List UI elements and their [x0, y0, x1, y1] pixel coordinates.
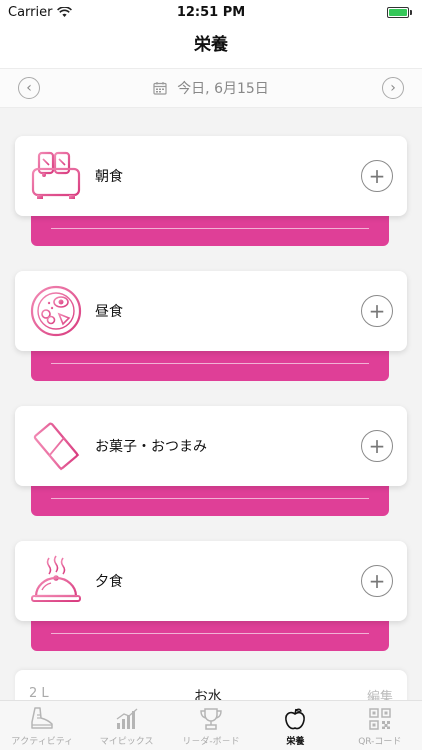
battery-icon [387, 6, 412, 18]
add-snacks-button[interactable]: + [361, 430, 393, 462]
previous-day-button[interactable]: ‹ [18, 77, 40, 99]
add-lunch-button[interactable]: + [361, 295, 393, 327]
meal-section-snacks: お菓子・おつまみ + [15, 406, 407, 516]
tab-nutrition[interactable]: 栄養 [253, 701, 337, 750]
tab-label: マイピックス [99, 737, 154, 747]
date-label: 今日, 6月15日 [177, 81, 269, 97]
meal-section-lunch: 昼食 + [15, 271, 407, 381]
plus-icon: + [368, 569, 386, 593]
chevron-right-icon: › [390, 80, 396, 96]
meal-label: 朝食 [95, 169, 123, 185]
water-amount: 2 L [29, 686, 49, 700]
tab-label: リ－ダ-ボ－ド [182, 737, 240, 747]
toaster-icon [31, 151, 81, 199]
apple-icon [285, 708, 306, 730]
qr-code-icon [369, 708, 391, 730]
meal-section-breakfast: 朝食 + [15, 136, 407, 246]
chocolate-icon [33, 422, 80, 471]
date-bar: ‹ 今日, 6月15日 › [0, 68, 422, 108]
plate-icon [30, 285, 82, 337]
carrier-label: Carrier [8, 4, 53, 20]
plus-icon: + [368, 164, 386, 188]
meal-section-dinner: 夕食 + [15, 541, 407, 651]
tab-my-picks[interactable]: マイピックス [84, 701, 168, 750]
add-dinner-button[interactable]: + [361, 565, 393, 597]
meals-list: 朝食 + 昼食 + お菓子・おつまみ + 夕食 + 2 L お水 編集 [0, 108, 422, 700]
trophy-icon [200, 708, 222, 730]
tab-label: 栄養 [286, 737, 305, 747]
meal-card-snacks[interactable]: お菓子・おつまみ + [15, 406, 407, 486]
add-breakfast-button[interactable]: + [361, 160, 393, 192]
meal-label: 昼食 [95, 304, 123, 320]
calendar-icon [153, 82, 167, 95]
tab-label: アクティビティ [11, 737, 74, 747]
meal-card-lunch[interactable]: 昼食 + [15, 271, 407, 351]
status-bar: Carrier 12:51 PM [0, 0, 422, 24]
plus-icon: + [368, 299, 386, 323]
shoe-icon [31, 707, 53, 729]
plus-icon: + [368, 434, 386, 458]
page-title: 栄養 [194, 35, 228, 55]
water-title: お水 [193, 689, 222, 700]
tab-qr-code[interactable]: QR-コード [338, 701, 422, 750]
tab-activity[interactable]: アクティビティ [0, 701, 84, 750]
meal-label: 夕食 [95, 574, 123, 590]
water-card[interactable]: 2 L お水 編集 [15, 670, 407, 700]
status-left: Carrier [8, 4, 73, 20]
tab-label: QR-コード [358, 737, 402, 747]
tab-leaderboard[interactable]: リ－ダ-ボ－ド [169, 701, 253, 750]
meal-card-dinner[interactable]: 夕食 + [15, 541, 407, 621]
water-edit-button[interactable]: 編集 [367, 686, 393, 700]
next-day-button[interactable]: › [382, 77, 404, 99]
bar-chart-icon [116, 708, 138, 729]
tab-bar: アクティビティ マイピックス リ－ダ-ボ－ド 栄養 QR-コード [0, 700, 422, 750]
meal-label: お菓子・おつまみ [95, 439, 207, 455]
date-selector[interactable]: 今日, 6月15日 [153, 78, 269, 98]
meal-card-breakfast[interactable]: 朝食 + [15, 136, 407, 216]
wifi-icon [57, 6, 73, 17]
cloche-icon [31, 555, 81, 602]
chevron-left-icon: ‹ [26, 80, 32, 96]
